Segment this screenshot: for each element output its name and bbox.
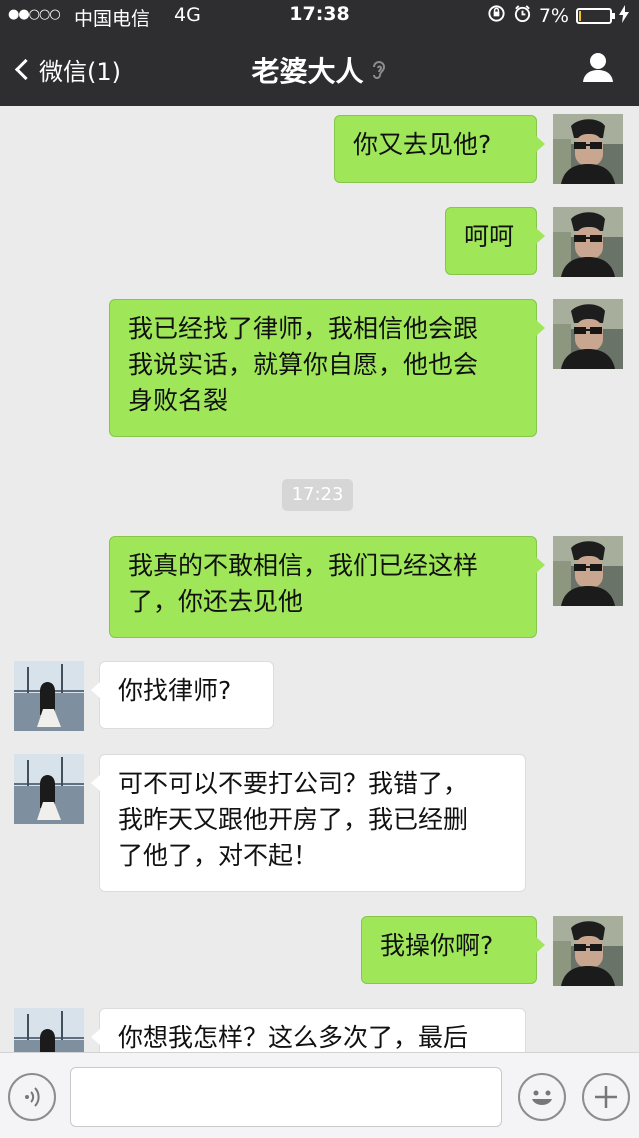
profile-button[interactable]: [581, 50, 615, 84]
female-avatar-image: [14, 1008, 84, 1052]
message-text: 呵呵: [464, 222, 515, 251]
male-avatar-image: [553, 299, 623, 369]
message-line: 我真的不敢相信，我们已经这样: [128, 551, 479, 580]
message-input-bar: [0, 1052, 639, 1138]
message-line: 我已经找了律师，我相信他会跟: [128, 314, 479, 343]
my-avatar[interactable]: [553, 114, 623, 184]
chat-title: 老婆大人: [0, 50, 639, 90]
rotation-lock-icon: [487, 4, 506, 28]
voice-button[interactable]: [8, 1073, 56, 1121]
male-avatar-image: [553, 114, 623, 184]
my-avatar[interactable]: [553, 916, 623, 986]
message-bubble[interactable]: 你想我怎样？这么多次了，最后: [91, 1008, 526, 1052]
contact-avatar[interactable]: [14, 754, 84, 824]
navigation-bar: 微信(1) 老婆大人: [0, 34, 639, 106]
voice-icon: [25, 1087, 40, 1107]
more-options-button[interactable]: [582, 1073, 630, 1121]
message-line: 身败名裂: [128, 386, 229, 415]
plus-icon: [595, 1086, 617, 1108]
contact-name: 老婆大人: [251, 55, 364, 88]
message-bubble[interactable]: 呵呵: [445, 207, 545, 275]
male-avatar-image: [553, 916, 623, 986]
message-text: 你想我怎样？这么多次了，最后: [118, 1023, 469, 1052]
message-line: 了，你还去见他: [128, 587, 304, 616]
alarm-icon: [513, 4, 532, 28]
my-avatar[interactable]: [553, 207, 623, 277]
ear-icon: [370, 58, 388, 88]
my-avatar[interactable]: [553, 536, 623, 606]
message-line: 我昨天又跟他开房了，我已经删: [118, 805, 469, 834]
contact-avatar[interactable]: [14, 661, 84, 731]
status-indicators: 7%: [487, 4, 629, 28]
message-bubble[interactable]: 你找律师?: [91, 661, 274, 729]
my-avatar[interactable]: [553, 299, 623, 369]
message-input[interactable]: [70, 1067, 502, 1127]
message-bubble[interactable]: 我真的不敢相信，我们已经这样 了，你还去见他: [109, 536, 545, 638]
message-bubble[interactable]: 你又去见他?: [334, 115, 545, 183]
emoji-icon: [532, 1090, 552, 1105]
message-text: 我操你啊?: [380, 931, 494, 960]
battery-percent: 7%: [538, 5, 569, 27]
time-divider: 17:23: [282, 479, 353, 511]
female-avatar-image: [14, 661, 84, 731]
male-avatar-image: [553, 207, 623, 277]
message-line: 我说实话，就算你自愿，他也会: [128, 350, 479, 379]
profile-icon: [583, 53, 613, 82]
contact-avatar[interactable]: [14, 1008, 84, 1052]
male-avatar-image: [553, 536, 623, 606]
message-text: 你找律师?: [118, 676, 232, 705]
message-line: 可不可以不要打公司？我错了，: [118, 769, 469, 798]
message-bubble[interactable]: 可不可以不要打公司？我错了， 我昨天又跟他开房了，我已经删 了他了，对不起！: [91, 754, 526, 892]
message-line: 了他了，对不起！: [118, 841, 319, 870]
chat-screen: ●●○○○ 中国电信 4G 17:38 7% 微信(1) 老婆大人 你又去见他?…: [0, 0, 639, 1138]
message-list[interactable]: 你又去见他? 呵呵 我已经找了律师，我相信他会跟 我说实话，就算你自愿，他也会 …: [0, 106, 639, 1052]
charging-icon: [619, 4, 629, 28]
battery-level: [579, 11, 581, 21]
battery-icon: [576, 8, 615, 24]
top-bar: ●●○○○ 中国电信 4G 17:38 7% 微信(1) 老婆大人: [0, 0, 639, 106]
emoji-button[interactable]: [518, 1073, 566, 1121]
message-bubble[interactable]: 我操你啊?: [361, 916, 545, 984]
female-avatar-image: [14, 754, 84, 824]
message-bubble[interactable]: 我已经找了律师，我相信他会跟 我说实话，就算你自愿，他也会 身败名裂: [109, 299, 545, 437]
message-text: 你又去见他?: [353, 130, 492, 159]
status-bar: ●●○○○ 中国电信 4G 17:38 7%: [0, 0, 639, 32]
